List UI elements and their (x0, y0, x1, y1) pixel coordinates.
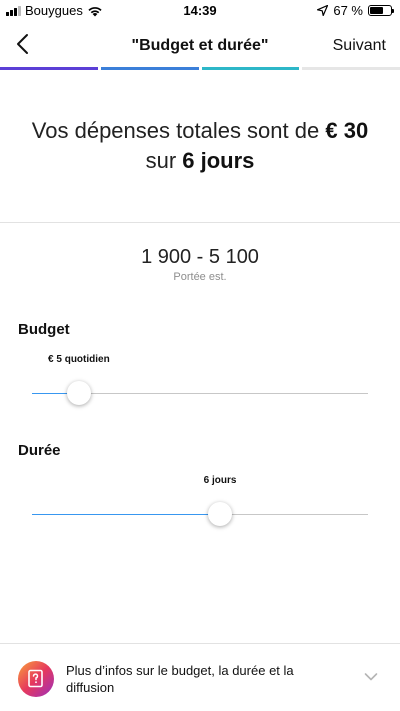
budget-value-label: € 5 quotidien (48, 354, 110, 365)
book-question-icon (18, 661, 54, 697)
step-segment-3 (201, 67, 300, 70)
duration-slider-fill (32, 514, 221, 515)
status-right: 67 % (317, 3, 394, 18)
battery-icon (368, 5, 394, 16)
step-segment-4 (302, 67, 400, 70)
step-progress (0, 67, 400, 70)
summary-line-1: Vos dépenses totales sont de € 30 (0, 116, 400, 146)
divider (0, 222, 400, 223)
duration-slider-thumb[interactable] (208, 502, 233, 526)
duration-label: Durée (18, 442, 61, 459)
more-info-text: Plus d’infos sur le budget, la durée et … (66, 663, 294, 695)
next-button[interactable]: Suivant (333, 37, 386, 55)
nav-bar: "Budget et durée" Suivant (0, 22, 400, 68)
total-amount: € 30 (325, 118, 369, 143)
step-segment-1 (0, 67, 98, 70)
status-bar: Bouygues 14:39 67 % (0, 0, 400, 22)
summary-duration: 6 jours (182, 148, 255, 173)
estimated-reach-label: Portée est. (173, 271, 227, 283)
chevron-down-icon[interactable] (364, 672, 378, 682)
step-segment-2 (100, 67, 199, 70)
spend-summary: Vos dépenses totales sont de € 30 sur 6 … (0, 116, 400, 176)
location-arrow-icon (317, 5, 329, 16)
more-info-row[interactable]: Plus d’infos sur le budget, la durée et … (0, 643, 400, 711)
duration-slider[interactable] (32, 502, 368, 526)
battery-percent: 67 % (333, 3, 363, 18)
duration-value-label: 6 jours (203, 475, 237, 486)
budget-slider[interactable] (32, 381, 368, 405)
budget-label: Budget (18, 321, 70, 338)
summary-duration-prefix: sur (145, 148, 177, 173)
budget-slider-thumb[interactable] (67, 381, 92, 405)
summary-line-2: sur 6 jours (0, 146, 400, 176)
summary-prefix: Vos dépenses totales sont de (31, 118, 320, 143)
estimated-reach-value: 1 900 - 5 100 (141, 246, 259, 268)
